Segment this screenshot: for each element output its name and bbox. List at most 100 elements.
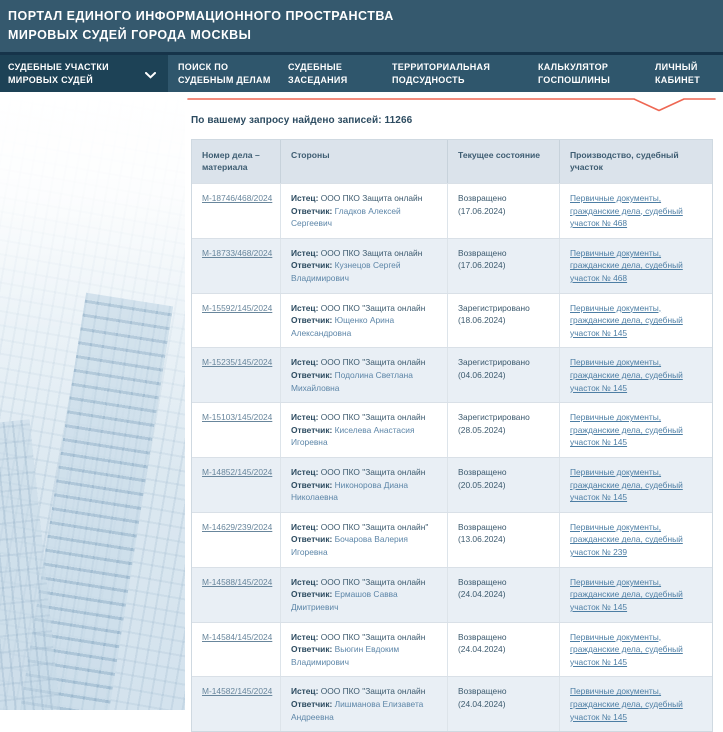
case-number-link[interactable]: М-15592/145/2024 [202,303,272,313]
production-link[interactable]: Первичные документы, гражданские дела, с… [570,248,683,283]
table-header-row: Номер дела – материала Стороны Текущее с… [192,140,712,183]
plaintiff-name: ООО ПКО "Защита онлайн [321,686,426,696]
parties-cell: Истец: ООО ПКО "Защита онлайн" Ответчик:… [281,513,448,567]
table-row: М-14582/145/2024 Истец: ООО ПКО "Защита … [192,676,712,731]
status-cell: Возвращено (24.04.2024) [448,623,560,677]
case-number-link[interactable]: М-18746/468/2024 [202,193,272,203]
plaintiff-name: ООО ПКО Защита онлайн [321,248,423,258]
case-number-link[interactable]: М-18733/468/2024 [202,248,272,258]
table-row: М-18746/468/2024 Истец: ООО ПКО Защита о… [192,183,712,238]
status-cell: Возвращено (17.06.2024) [448,239,560,293]
plaintiff-label: Истец: [291,632,321,642]
defendant-label: Ответчик: [291,315,335,325]
nav-item-court-districts[interactable]: СУДЕБНЫЕ УЧАСТКИ МИРОВЫХ СУДЕЙ [0,55,168,92]
nav-item-court-sessions[interactable]: СУДЕБНЫЕ ЗАСЕДАНИЯ [288,55,388,92]
status-cell: Зарегистрировано (04.06.2024) [448,348,560,402]
site-header: ПОРТАЛ ЕДИНОГО ИНФОРМАЦИОННОГО ПРОСТРАНС… [0,0,723,52]
case-status: Возвращено (24.04.2024) [458,686,507,709]
production-link[interactable]: Первичные документы, гражданские дела, с… [570,412,683,447]
case-status: Возвращено (20.05.2024) [458,467,507,490]
plaintiff-label: Истец: [291,193,321,203]
production-cell: Первичные документы, гражданские дела, с… [560,184,712,238]
case-number-cell: М-15235/145/2024 [192,348,281,402]
case-status: Возвращено (17.06.2024) [458,248,507,271]
case-number-link[interactable]: М-14852/145/2024 [202,467,272,477]
status-cell: Зарегистрировано (28.05.2024) [448,403,560,457]
case-number-link[interactable]: М-14582/145/2024 [202,686,272,696]
case-number-link[interactable]: М-14588/145/2024 [202,577,272,587]
plaintiff-label: Истец: [291,412,321,422]
case-status: Зарегистрировано (28.05.2024) [458,412,530,435]
table-row: М-14584/145/2024 Истец: ООО ПКО "Защита … [192,622,712,677]
defendant-label: Ответчик: [291,425,335,435]
case-number-link[interactable]: М-14629/239/2024 [202,522,272,532]
plaintiff-name: ООО ПКО "Защита онлайн" [321,522,429,532]
case-status: Зарегистрировано (18.06.2024) [458,303,530,326]
cases-table: Номер дела – материала Стороны Текущее с… [191,139,713,732]
nav-item-case-search[interactable]: ПОИСК ПО СУДЕБНЫМ ДЕЛАМ [178,55,286,92]
defendant-label: Ответчик: [291,370,335,380]
production-cell: Первичные документы, гражданские дела, с… [560,677,712,731]
production-cell: Первичные документы, гражданские дела, с… [560,348,712,402]
production-link[interactable]: Первичные документы, гражданские дела, с… [570,357,683,392]
production-link[interactable]: Первичные документы, гражданские дела, с… [570,467,683,502]
parties-cell: Истец: ООО ПКО "Защита онлайн Ответчик: … [281,677,448,731]
case-number-link[interactable]: М-15235/145/2024 [202,357,272,367]
case-number-cell: М-18733/468/2024 [192,239,281,293]
chevron-down-icon [145,70,156,82]
city-background-photo [0,92,185,710]
case-status: Возвращено (13.06.2024) [458,522,507,545]
plaintiff-label: Истец: [291,577,321,587]
case-number-cell: М-14582/145/2024 [192,677,281,731]
plaintiff-label: Истец: [291,248,321,258]
column-header-case-number: Номер дела – материала [192,140,281,183]
parties-cell: Истец: ООО ПКО "Защита онлайн Ответчик: … [281,623,448,677]
defendant-label: Ответчик: [291,260,335,270]
nav-item-label: КАЛЬКУЛЯТОР ГОСПОШЛИНЫ [538,61,656,85]
plaintiff-name: ООО ПКО "Защита онлайн [321,467,426,477]
nav-item-personal-account[interactable]: ЛИЧНЫЙ КАБИНЕТ [655,55,717,92]
case-number-cell: М-14852/145/2024 [192,458,281,512]
column-header-production: Производство, судебный участок [560,140,712,183]
status-cell: Возвращено (13.06.2024) [448,513,560,567]
table-body: М-18746/468/2024 Истец: ООО ПКО Защита о… [192,183,712,731]
case-number-cell: М-14588/145/2024 [192,568,281,622]
content-panel: По вашему запросу найдено записей: 11266… [185,92,723,710]
page-title: ПОРТАЛ ЕДИНОГО ИНФОРМАЦИОННОГО ПРОСТРАНС… [0,0,723,45]
nav-item-territorial-jurisdiction[interactable]: ТЕРРИТОРИАЛЬНАЯ ПОДСУДНОСТЬ [392,55,534,92]
status-cell: Возвращено (24.04.2024) [448,568,560,622]
case-number-link[interactable]: М-15103/145/2024 [202,412,272,422]
nav-item-label: ПОИСК ПО СУДЕБНЫМ ДЕЛАМ [178,61,286,85]
defendant-label: Ответчик: [291,644,335,654]
column-header-status: Текущее состояние [448,140,560,183]
plaintiff-label: Истец: [291,522,321,532]
nav-item-fee-calculator[interactable]: КАЛЬКУЛЯТОР ГОСПОШЛИНЫ [538,55,656,92]
main-navigation: СУДЕБНЫЕ УЧАСТКИ МИРОВЫХ СУДЕЙ ПОИСК ПО … [0,55,723,92]
parties-cell: Истец: ООО ПКО Защита онлайн Ответчик: К… [281,239,448,293]
table-row: М-15103/145/2024 Истец: ООО ПКО "Защита … [192,402,712,457]
plaintiff-name: ООО ПКО "Защита онлайн [321,577,426,587]
production-link[interactable]: Первичные документы, гражданские дела, с… [570,522,683,557]
case-number-cell: М-14584/145/2024 [192,623,281,677]
production-link[interactable]: Первичные документы, гражданские дела, с… [570,686,683,721]
production-link[interactable]: Первичные документы, гражданские дела, с… [570,303,683,338]
case-number-cell: М-14629/239/2024 [192,513,281,567]
case-number-link[interactable]: М-14584/145/2024 [202,632,272,642]
production-cell: Первичные документы, гражданские дела, с… [560,239,712,293]
page-title-line2: МИРОВЫХ СУДЕЙ ГОРОДА МОСКВЫ [8,26,723,45]
production-link[interactable]: Первичные документы, гражданские дела, с… [570,632,683,667]
parties-cell: Истец: ООО ПКО "Защита онлайн Ответчик: … [281,403,448,457]
case-status: Возвращено (24.04.2024) [458,577,507,600]
production-cell: Первичные документы, гражданские дела, с… [560,568,712,622]
production-link[interactable]: Первичные документы, гражданские дела, с… [570,193,683,228]
defendant-label: Ответчик: [291,480,335,490]
production-link[interactable]: Первичные документы, гражданские дела, с… [570,577,683,612]
production-cell: Первичные документы, гражданские дела, с… [560,403,712,457]
production-cell: Первичные документы, гражданские дела, с… [560,458,712,512]
nav-item-label: ТЕРРИТОРИАЛЬНАЯ ПОДСУДНОСТЬ [392,61,534,85]
plaintiff-name: ООО ПКО "Защита онлайн [321,303,426,313]
defendant-label: Ответчик: [291,534,335,544]
case-status: Зарегистрировано (04.06.2024) [458,357,530,380]
status-cell: Возвращено (20.05.2024) [448,458,560,512]
results-count-label: По вашему запросу найдено записей: [191,115,382,126]
